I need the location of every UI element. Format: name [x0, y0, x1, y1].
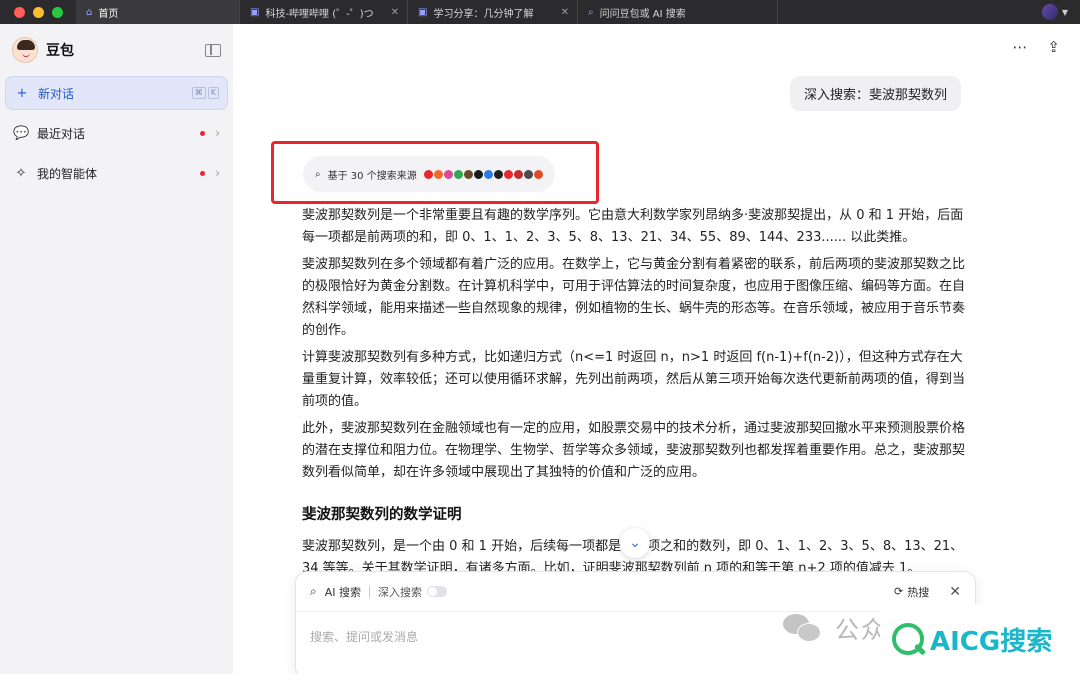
sidebar-item-label: 新对话 [38, 86, 75, 101]
tab-label: 首页 [98, 8, 119, 20]
chat-bubble-icon: 💬 [13, 125, 30, 141]
tab-bilibili-tech[interactable]: ▣ 科技-哔哩哔哩 (゜-゜)つ ✕ [240, 0, 408, 24]
hot-search-button[interactable]: ⟳ 热搜 [894, 584, 929, 600]
sidebar-item-label: 最近对话 [37, 126, 86, 141]
close-icon[interactable]: ✕ [561, 7, 569, 18]
ai-search-button[interactable]: AI 搜索 [325, 584, 361, 600]
user-message: 深入搜索：斐波那契数列 [789, 76, 961, 111]
sidebar-toggle-icon[interactable] [205, 43, 221, 57]
answer-paragraph: 斐波那契数列在多个领域都有着广泛的应用。在数学上，它与黄金分割有着紧密的联系，前… [302, 257, 966, 338]
source-favicon [453, 169, 463, 179]
search-sources-button[interactable]: ⌕ 基于 30 个搜索来源 [303, 156, 555, 192]
top-actions: ⋯ ⇪ [1012, 38, 1060, 56]
window-controls [0, 6, 76, 18]
maximize-window-button[interactable] [52, 6, 63, 18]
composer-toolbar: ⌕ AI 搜索 深入搜索 ⟳ 热搜 ✕ [296, 572, 975, 612]
search-icon: ⌕ [310, 584, 317, 598]
notification-dot [200, 170, 206, 176]
refresh-icon: ⟳ [894, 585, 904, 598]
source-favicon [473, 169, 483, 179]
tab-bilibili-share[interactable]: ▣ 学习分享：几分钟了解 ✕ [408, 0, 578, 24]
source-favicon [433, 169, 443, 179]
close-icon[interactable]: ✕ [949, 584, 961, 600]
chat-main: ⋯ ⇪ 深入搜索：斐波那契数列 ⌕ 基于 30 个搜索来源 斐波那契数列是一个非… [233, 24, 1080, 674]
source-favicons [423, 169, 543, 179]
shortcut-key: ⌘ [191, 87, 206, 99]
bilibili-icon: ▣ [250, 6, 260, 18]
chevron-right-icon: › [215, 166, 220, 180]
source-favicon [493, 169, 503, 179]
watermark-brand: AICG搜索 [930, 626, 1053, 657]
avatar [12, 37, 38, 63]
share-icon[interactable]: ⇪ [1047, 38, 1060, 56]
source-favicon [483, 169, 493, 179]
sidebar-header: 豆包 [0, 24, 233, 76]
tab-label: 学习分享：几分钟了解 [433, 8, 534, 20]
close-window-button[interactable] [14, 6, 25, 18]
source-favicon [443, 169, 453, 179]
plus-icon: + [16, 85, 28, 101]
search-icon: ⌕ [315, 168, 321, 180]
magnifier-icon [888, 619, 928, 659]
source-favicon [533, 169, 543, 179]
app-name: 豆包 [46, 43, 74, 59]
sparkle-icon: ✧ [15, 165, 27, 181]
chevron-down-icon: ▼ [1061, 7, 1068, 17]
bilibili-icon: ▣ [418, 6, 428, 18]
profile-avatar[interactable] [1041, 4, 1058, 20]
chevron-right-icon: › [215, 126, 220, 140]
source-favicon [523, 169, 533, 179]
more-icon[interactable]: ⋯ [1012, 38, 1027, 56]
source-favicon [463, 169, 473, 179]
sidebar-item-agents[interactable]: ✧ 我的智能体 › [5, 156, 228, 190]
chevron-down-icon: ⌄ [629, 535, 641, 551]
search-icon: ⌕ [588, 6, 594, 18]
tab-home[interactable]: ⌂ 首页 [76, 0, 240, 24]
source-favicon [423, 169, 433, 179]
sources-label: 基于 30 个搜索来源 [327, 170, 417, 182]
answer-paragraph: 此外，斐波那契数列在金融领域也有一定的应用，如股票交易中的技术分析，通过斐波那契… [302, 421, 966, 480]
source-favicon [513, 169, 523, 179]
browser-tab-bar: ⌂ 首页 ▣ 科技-哔哩哔哩 (゜-゜)つ ✕ ▣ 学习分享：几分钟了解 ✕ ⌕… [0, 0, 1080, 24]
tab-label: 科技-哔哩哔哩 (゜-゜)つ [265, 8, 374, 20]
source-favicon [503, 169, 513, 179]
wechat-icon [783, 614, 827, 644]
deep-search-label: 深入搜索 [378, 585, 422, 599]
notification-dot [200, 130, 206, 136]
tab-doubao-search[interactable]: ⌕ 问问豆包或 AI 搜索 [578, 0, 778, 24]
answer-heading: 斐波那契数列的数学证明 [302, 507, 462, 523]
divider [369, 585, 370, 598]
profile-menu[interactable]: ▼ [1041, 4, 1080, 20]
hot-search-label: 热搜 [907, 585, 930, 599]
sidebar-item-recent[interactable]: 💬 最近对话 › [5, 116, 228, 150]
scroll-down-button[interactable]: ⌄ [620, 528, 650, 558]
sidebar-item-label: 我的智能体 [37, 166, 98, 181]
tab-label: 问问豆包或 AI 搜索 [599, 8, 686, 20]
home-icon: ⌂ [86, 6, 93, 18]
deep-search-toggle[interactable] [427, 586, 447, 597]
shortcut-key: K [207, 87, 219, 99]
answer-paragraph: 斐波那契数列是一个非常重要且有趣的数学序列。它由意大利数学家列昂纳多·斐波那契提… [302, 208, 964, 245]
minimize-window-button[interactable] [33, 6, 44, 18]
answer-paragraph: 计算斐波那契数列有多种方式，比如递归方式（n<=1 时返回 n，n>1 时返回 … [302, 350, 966, 409]
close-icon[interactable]: ✕ [391, 7, 399, 18]
watermark-logo: AICG搜索 [880, 604, 1080, 674]
sidebar: 豆包 + 新对话 ⌘ K 💬 最近对话 › ✧ 我的智能体 › [0, 24, 233, 674]
sidebar-item-new-chat[interactable]: + 新对话 ⌘ K [5, 76, 228, 110]
keyboard-shortcut: ⌘ K [191, 87, 219, 99]
